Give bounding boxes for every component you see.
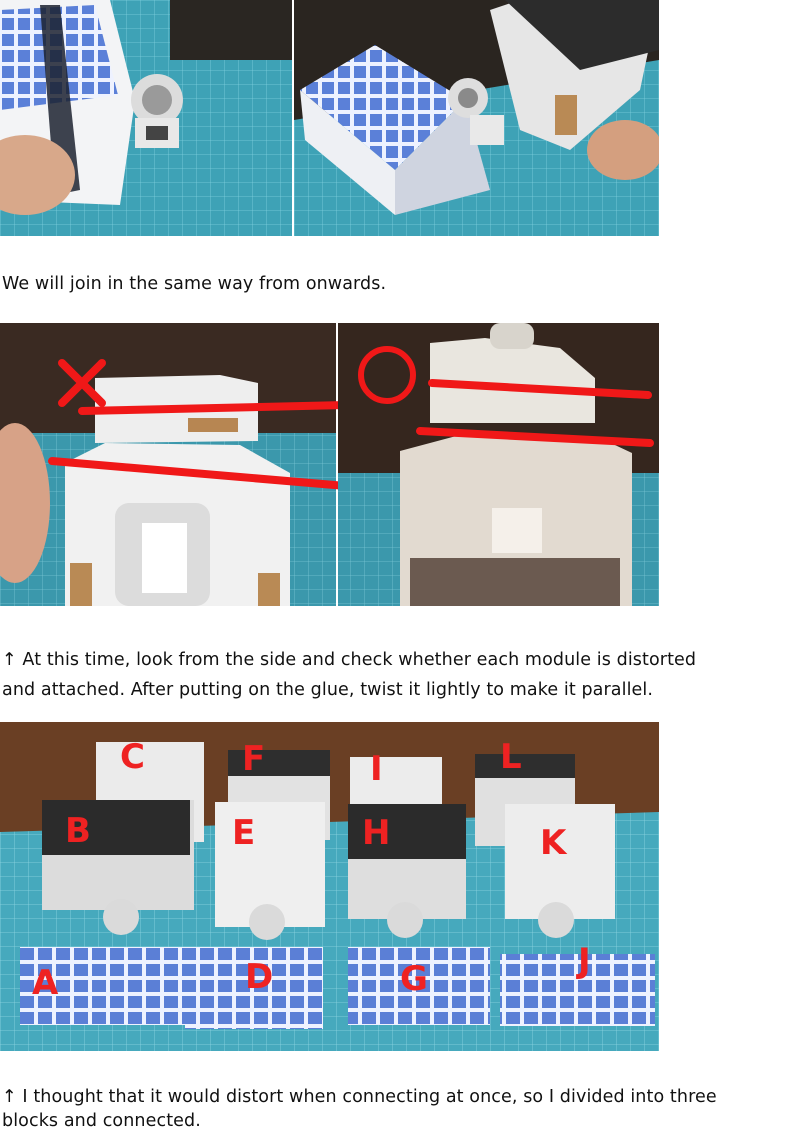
label-f: F	[242, 739, 265, 779]
caption-check-distortion-line2: and attached. After putting on the glue,…	[2, 680, 654, 700]
caption-three-blocks-line2: blocks and connected.	[2, 1111, 201, 1131]
caption-check-distortion-line1: ↑ At this time, look from the side and c…	[2, 650, 697, 670]
label-l: L	[500, 737, 522, 777]
photo-module-blocks: C F I L B E H K A D G J	[0, 722, 659, 1051]
label-k: K	[540, 823, 568, 863]
label-g: G	[400, 959, 428, 999]
caption-join-same-way: We will join in the same way from onward…	[2, 274, 387, 294]
photo-alignment-check	[0, 323, 659, 606]
label-i: I	[370, 749, 383, 789]
label-d: D	[245, 957, 273, 997]
label-c: C	[120, 737, 145, 777]
label-e: E	[232, 813, 255, 853]
photo-joining-modules	[0, 0, 659, 236]
label-b: B	[65, 811, 91, 851]
label-j: J	[576, 941, 591, 981]
label-a: A	[32, 963, 59, 1003]
label-h: H	[362, 813, 390, 853]
